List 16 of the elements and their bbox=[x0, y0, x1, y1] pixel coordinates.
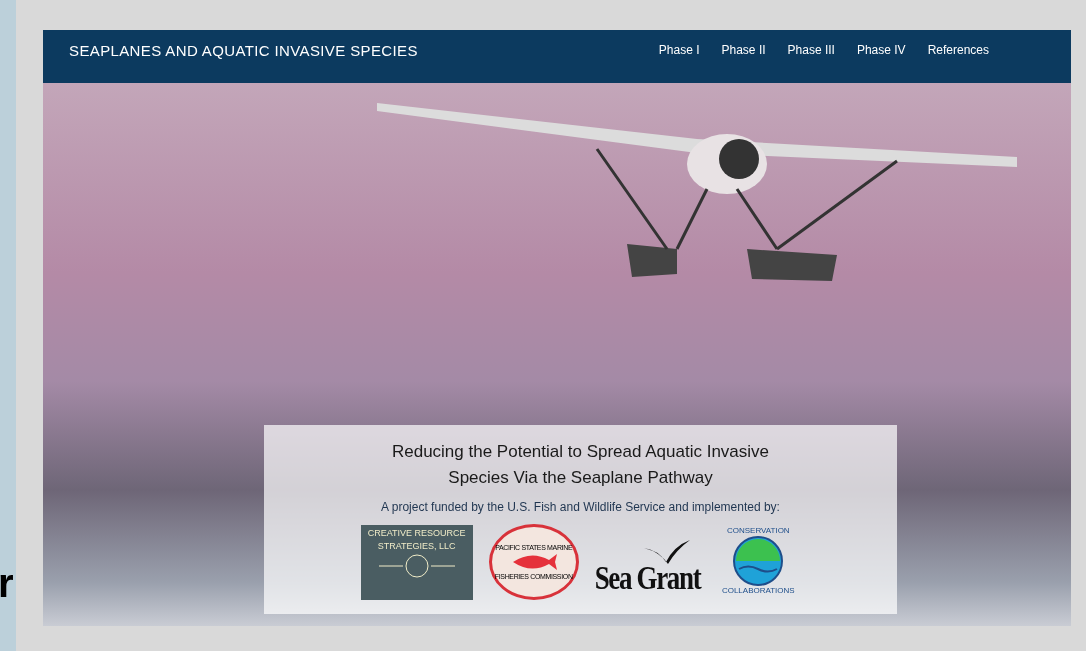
nav-link[interactable]: Phase II bbox=[721, 41, 766, 59]
nav-link[interactable]: References bbox=[927, 41, 989, 59]
logo-text: STRATEGIES, LLC bbox=[377, 540, 456, 553]
hero-subheading: A project funded by the U.S. Fish and Wildlife Service and implemented by: bbox=[381, 499, 780, 516]
site-title: SEAPLANES AND AQUATIC INVASIVE SPECIES bbox=[69, 41, 418, 61]
nav-link[interactable]: Phase III bbox=[787, 41, 835, 59]
tree-emblem-icon bbox=[378, 553, 455, 579]
nav-link[interactable]: Phase IV bbox=[856, 41, 906, 59]
logo-wordmark: Sea Grant bbox=[594, 560, 701, 596]
logo-text: COLLABORATIONS bbox=[721, 586, 795, 596]
nav-link[interactable]: Phase I bbox=[658, 41, 700, 59]
logo-text: CREATIVE RESOURCE bbox=[367, 527, 466, 540]
logo-text: CONSERVATION bbox=[726, 526, 790, 536]
hero-heading: Reducing the Potential to Spread Aquatic Invasive Species Via the Seaplane Pathway bbox=[390, 441, 771, 489]
background-text: r bbox=[0, 563, 15, 603]
globe-waves-icon bbox=[733, 536, 784, 586]
